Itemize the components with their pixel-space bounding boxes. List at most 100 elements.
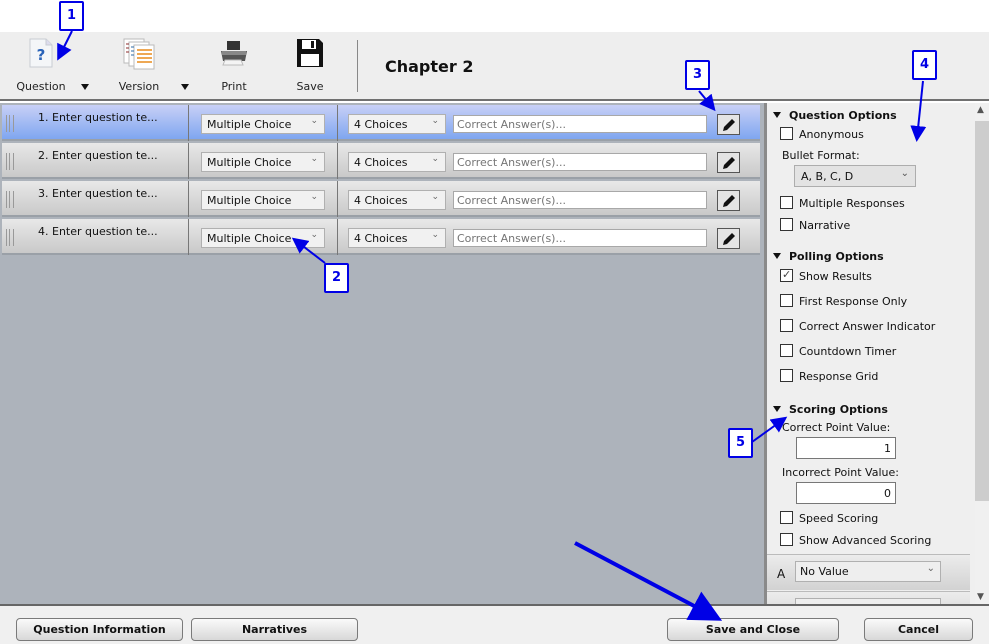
checkbox-icon[interactable] — [780, 344, 793, 357]
choices-count-select[interactable]: 4 Choices ⌄ — [348, 114, 446, 134]
polling-options-header[interactable]: Polling Options — [773, 250, 884, 263]
checkbox-checked-icon[interactable] — [780, 268, 793, 282]
question-options-header[interactable]: Question Options — [773, 109, 897, 122]
column-divider — [188, 105, 189, 141]
checkbox-icon[interactable] — [780, 294, 793, 307]
question-text[interactable]: 1. Enter question te... — [38, 111, 158, 124]
annotation-callout: 3 — [685, 60, 710, 90]
chapter-title: Chapter 2 — [385, 57, 474, 76]
checkbox-icon[interactable] — [780, 511, 793, 524]
question-text[interactable]: 2. Enter question te... — [38, 149, 158, 162]
annotation-callout: 5 — [728, 428, 753, 458]
checkbox-icon[interactable] — [780, 196, 793, 209]
version-dropdown-caret-icon[interactable] — [181, 84, 189, 90]
answer-letter: A — [777, 567, 786, 581]
checkbox-icon[interactable] — [780, 127, 793, 140]
checkbox-icon[interactable] — [780, 533, 793, 546]
chevron-down-icon: ⌄ — [310, 116, 318, 126]
checkbox-icon[interactable] — [780, 319, 793, 332]
save-and-close-button[interactable]: Save and Close — [667, 618, 839, 641]
narrative-checkbox[interactable]: Narrative — [780, 218, 850, 232]
panel-scrollbar[interactable]: ▲ ▼ — [975, 103, 989, 604]
edit-question-button[interactable] — [717, 190, 740, 211]
choices-count-value: 4 Choices — [354, 156, 408, 169]
show-results-checkbox[interactable]: Show Results — [780, 268, 872, 283]
choices-count-select[interactable]: 4 Choices ⌄ — [348, 228, 446, 248]
checkbox-icon[interactable] — [780, 369, 793, 382]
choices-count-value: 4 Choices — [354, 118, 408, 131]
correct-answer-indicator-checkbox[interactable]: Correct Answer Indicator — [780, 319, 935, 333]
question-text[interactable]: 3. Enter question te... — [38, 187, 158, 200]
question-row[interactable]: 3. Enter question te... Multiple Choice ⌄… — [2, 181, 760, 217]
bullet-format-label: Bullet Format: — [782, 149, 860, 162]
question-row[interactable]: 4. Enter question te... Multiple Choice ⌄… — [2, 219, 760, 255]
correct-answer-indicator-label: Correct Answer Indicator — [799, 320, 936, 333]
narratives-button[interactable]: Narratives — [191, 618, 358, 641]
countdown-timer-label: Countdown Timer — [799, 345, 897, 358]
choices-count-select[interactable]: 4 Choices ⌄ — [348, 152, 446, 172]
correct-point-value-input[interactable]: 1 — [796, 437, 896, 459]
collapse-triangle-icon — [773, 112, 781, 118]
edit-question-button[interactable] — [717, 228, 740, 249]
answer-value-select[interactable]: No Value ⌄ — [795, 561, 941, 582]
choices-count-select[interactable]: 4 Choices ⌄ — [348, 190, 446, 210]
question-row[interactable]: 1. Enter question te... Multiple Choice ⌄… — [2, 105, 760, 141]
anonymous-label: Anonymous — [799, 128, 864, 141]
question-list: 1. Enter question te... Multiple Choice ⌄… — [0, 103, 764, 604]
drag-handle-icon[interactable] — [6, 153, 14, 170]
speed-scoring-checkbox[interactable]: Speed Scoring — [780, 511, 878, 525]
question-type-value: Multiple Choice — [207, 118, 292, 131]
scoring-options-header[interactable]: Scoring Options — [773, 403, 888, 416]
drag-handle-icon[interactable] — [6, 115, 14, 132]
checkbox-icon[interactable] — [780, 218, 793, 231]
collapse-triangle-icon — [773, 253, 781, 259]
first-response-only-checkbox[interactable]: First Response Only — [780, 294, 907, 308]
question-type-select[interactable]: Multiple Choice ⌄ — [201, 114, 325, 134]
multiple-responses-checkbox[interactable]: Multiple Responses — [780, 196, 905, 210]
question-type-select[interactable]: Multiple Choice ⌄ — [201, 228, 325, 248]
version-label: Version — [118, 80, 160, 93]
column-divider — [188, 143, 189, 179]
correct-answer-input[interactable] — [453, 115, 707, 133]
question-dropdown-caret-icon[interactable] — [81, 84, 89, 90]
drag-handle-icon[interactable] — [6, 191, 14, 208]
chevron-down-icon: ⌄ — [926, 563, 935, 574]
question-row[interactable]: 2. Enter question te... Multiple Choice ⌄… — [2, 143, 760, 179]
correct-answer-input[interactable] — [453, 153, 707, 171]
speed-scoring-label: Speed Scoring — [799, 512, 879, 525]
chevron-down-icon: ⌄ — [431, 154, 439, 164]
question-information-button[interactable]: Question Information — [16, 618, 183, 641]
correct-answer-input[interactable] — [453, 191, 707, 209]
scrollbar-thumb[interactable] — [975, 121, 989, 501]
question-type-select[interactable]: Multiple Choice ⌄ — [201, 190, 325, 210]
scroll-up-icon[interactable]: ▲ — [977, 105, 984, 115]
countdown-timer-checkbox[interactable]: Countdown Timer — [780, 344, 896, 358]
scroll-down-icon[interactable]: ▼ — [977, 592, 984, 602]
question-doc-icon: ? — [28, 38, 54, 71]
print-button[interactable]: Print — [204, 32, 264, 98]
show-advanced-scoring-checkbox[interactable]: Show Advanced Scoring — [780, 533, 931, 547]
question-type-select[interactable]: Multiple Choice ⌄ — [201, 152, 325, 172]
bottom-bar: Question Information Narratives Save and… — [0, 604, 989, 644]
print-label: Print — [221, 80, 247, 93]
anonymous-checkbox[interactable]: Anonymous — [780, 127, 864, 141]
save-button[interactable]: Save — [280, 32, 340, 98]
cancel-button[interactable]: Cancel — [864, 618, 973, 641]
answer-value: No Value — [800, 565, 849, 578]
options-panel: Question Options Anonymous Bullet Format… — [764, 103, 989, 604]
annotation-callout: 1 — [59, 1, 84, 31]
response-grid-checkbox[interactable]: Response Grid — [780, 369, 878, 383]
drag-handle-icon[interactable] — [6, 229, 14, 246]
version-button[interactable]: Version — [106, 32, 172, 98]
edit-question-button[interactable] — [717, 152, 740, 173]
toolbar: ? Question Version Print Save Chapter 2 — [0, 32, 989, 101]
column-divider — [337, 181, 338, 217]
edit-question-button[interactable] — [717, 114, 740, 135]
incorrect-point-value-input[interactable]: 0 — [796, 482, 896, 504]
bullet-format-select[interactable]: A, B, C, D ⌄ — [794, 165, 916, 187]
question-text[interactable]: 4. Enter question te... — [38, 225, 158, 238]
correct-answer-input[interactable] — [453, 229, 707, 247]
collapse-triangle-icon — [773, 406, 781, 412]
question-button[interactable]: ? Question — [8, 32, 74, 98]
toolbar-separator — [357, 40, 358, 92]
